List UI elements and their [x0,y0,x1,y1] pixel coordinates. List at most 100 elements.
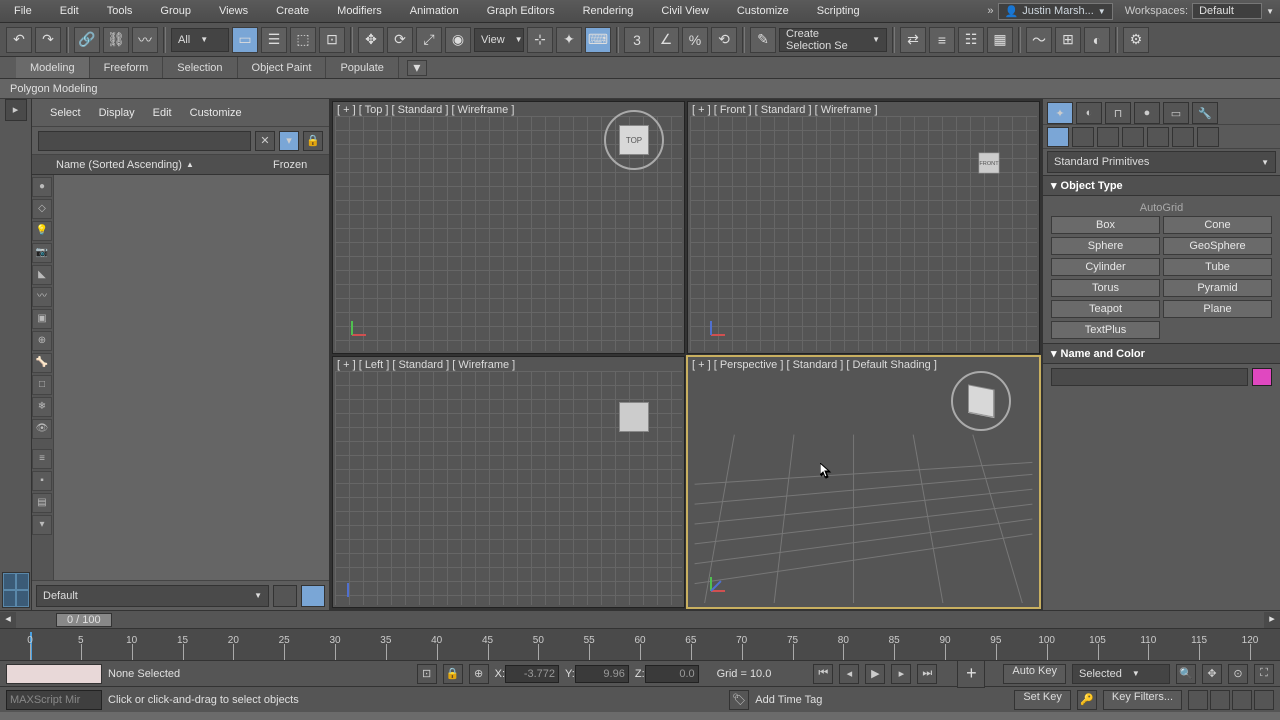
toggle-ribbon-button[interactable]: ▦ [987,27,1013,53]
hierarchy-tab-icon[interactable]: ⊓ [1105,102,1131,124]
object-type-rollout-head[interactable]: ▾Object Type [1043,175,1280,196]
teapot-button[interactable]: Teapot [1051,300,1160,318]
display-small-icon[interactable]: ▪ [32,471,52,491]
filter-frozen-icon[interactable]: ❄ [32,397,52,417]
edit-named-selection-button[interactable]: ✎ [750,27,776,53]
filter-options-icon[interactable]: ▾ [32,515,52,535]
viewport-perspective[interactable]: [ + ] [ Perspective ] [ Standard ] [ Def… [687,356,1040,609]
add-time-tag-button[interactable]: Add Time Tag [755,694,822,706]
orbit-icon[interactable]: ⊙ [1228,664,1248,684]
link-button[interactable]: 🔗 [74,27,100,53]
menu-views[interactable]: Views [205,5,262,17]
nav-fov-button[interactable] [1254,690,1274,710]
rectangular-region-button[interactable]: ⬚ [290,27,316,53]
spacewarps-category-icon[interactable] [1172,127,1194,147]
prev-frame-button[interactable]: ◂ [839,664,859,684]
set-key-plus-button[interactable]: + [957,660,985,688]
nav-zoom-all-button[interactable] [1210,690,1230,710]
cylinder-button[interactable]: Cylinder [1051,258,1160,276]
display-tab-icon[interactable]: ▭ [1163,102,1189,124]
z-input[interactable] [645,665,699,683]
bind-button[interactable]: 〰 [132,27,158,53]
time-tag-icon[interactable]: 🏷 [729,690,749,710]
angle-snap-button[interactable]: ∠ [653,27,679,53]
modify-tab-icon[interactable]: ◐ [1076,102,1102,124]
keyboard-shortcut-button[interactable]: ⌨ [585,27,611,53]
scene-menu-select[interactable]: Select [50,107,81,119]
scene-list[interactable] [54,175,329,580]
viewcube-persp[interactable] [951,371,1011,431]
menu-rendering[interactable]: Rendering [569,5,648,17]
plane-button[interactable]: Plane [1163,300,1272,318]
viewcube-front[interactable]: FRONT [968,142,1010,184]
tube-button[interactable]: Tube [1163,258,1272,276]
layer-dropdown[interactable]: Default▼ [36,585,269,607]
filter-cameras-icon[interactable]: 📷 [32,243,52,263]
autokey-button[interactable]: Auto Key [1003,664,1066,684]
name-color-rollout-head[interactable]: ▾Name and Color [1043,343,1280,364]
geosphere-button[interactable]: GeoSphere [1163,237,1272,255]
expand-explorer-button[interactable]: ▸ [5,99,27,121]
maxscript-listener[interactable]: MAXScript Mir [6,690,102,710]
systems-category-icon[interactable] [1197,127,1219,147]
isolate-button[interactable]: ⊡ [417,664,437,684]
snap-toggle-button[interactable]: 3 [624,27,650,53]
selection-lock-field[interactable] [6,664,102,684]
unlink-button[interactable]: ⛓ [103,27,129,53]
manipulate-button[interactable]: ✦ [556,27,582,53]
motion-tab-icon[interactable]: ● [1134,102,1160,124]
viewcube-left[interactable] [604,387,664,447]
object-name-input[interactable] [1051,368,1248,386]
maximize-icon[interactable]: ⛶ [1254,664,1274,684]
filter-space-warps-icon[interactable]: 〰 [32,287,52,307]
menu-civilview[interactable]: Civil View [647,5,722,17]
filter-lights-icon[interactable]: 💡 [32,221,52,241]
workspace-dropdown[interactable]: Default [1192,3,1262,19]
filter-xrefs-icon[interactable]: ⊕ [32,331,52,351]
filter-all-icon[interactable]: ● [32,177,52,197]
layer-btn-2[interactable] [301,585,325,607]
helpers-category-icon[interactable] [1147,127,1169,147]
key-filters-icon[interactable]: 🔑 [1077,690,1097,710]
tab-freeform[interactable]: Freeform [90,57,164,78]
goto-start-button[interactable]: ⏮ [813,664,833,684]
col-frozen[interactable]: Frozen [273,159,329,171]
viewport-left[interactable]: [ + ] [ Left ] [ Standard ] [ Wireframe … [332,356,685,609]
menu-edit[interactable]: Edit [46,5,93,17]
create-tab-icon[interactable]: ✦ [1047,102,1073,124]
mirror-button[interactable]: ⇄ [900,27,926,53]
align-button[interactable]: ≡ [929,27,955,53]
textplus-button[interactable]: TextPlus [1051,321,1160,339]
sphere-button[interactable]: Sphere [1051,237,1160,255]
viewport-label[interactable]: [ + ] [ Top ] [ Standard ] [ Wireframe ] [337,104,514,116]
menu-create[interactable]: Create [262,5,323,17]
menu-file[interactable]: File [0,5,46,17]
box-button[interactable]: Box [1051,216,1160,234]
viewport-label[interactable]: [ + ] [ Front ] [ Standard ] [ Wireframe… [692,104,878,116]
window-crossing-button[interactable]: ⊡ [319,27,345,53]
filter-hidden-icon[interactable]: 👁 [32,419,52,439]
filter-selection-button[interactable]: ▾ [279,131,299,151]
filter-geometry-icon[interactable]: ◇ [32,199,52,219]
spinner-snap-button[interactable]: ⟲ [711,27,737,53]
filter-containers-icon[interactable]: □ [32,375,52,395]
viewport-top[interactable]: [ + ] [ Top ] [ Standard ] [ Wireframe ]… [332,101,685,354]
select-by-name-button[interactable]: ☰ [261,27,287,53]
redo-button[interactable]: ↷ [35,27,61,53]
viewport-layout-button[interactable] [2,572,30,608]
filter-bones-icon[interactable]: 🦴 [32,353,52,373]
tab-modeling[interactable]: Modeling [16,57,90,78]
filter-helpers-icon[interactable]: ◣ [32,265,52,285]
key-mode-dropdown[interactable]: Selected▼ [1072,664,1170,684]
time-slider[interactable]: 0 / 100 [56,613,112,627]
curve-editor-button[interactable]: 〜 [1026,27,1052,53]
y-input[interactable] [575,665,629,683]
geometry-category-icon[interactable] [1047,127,1069,147]
viewport-label[interactable]: [ + ] [ Left ] [ Standard ] [ Wireframe … [337,359,515,371]
goto-end-button[interactable]: ⏭ [917,664,937,684]
scale-button[interactable]: ⤢ [416,27,442,53]
ref-coord-dropdown[interactable]: View▼ [474,28,524,52]
layer-btn-1[interactable] [273,585,297,607]
scene-menu-display[interactable]: Display [99,107,135,119]
viewport-label[interactable]: [ + ] [ Perspective ] [ Standard ] [ Def… [692,359,937,371]
